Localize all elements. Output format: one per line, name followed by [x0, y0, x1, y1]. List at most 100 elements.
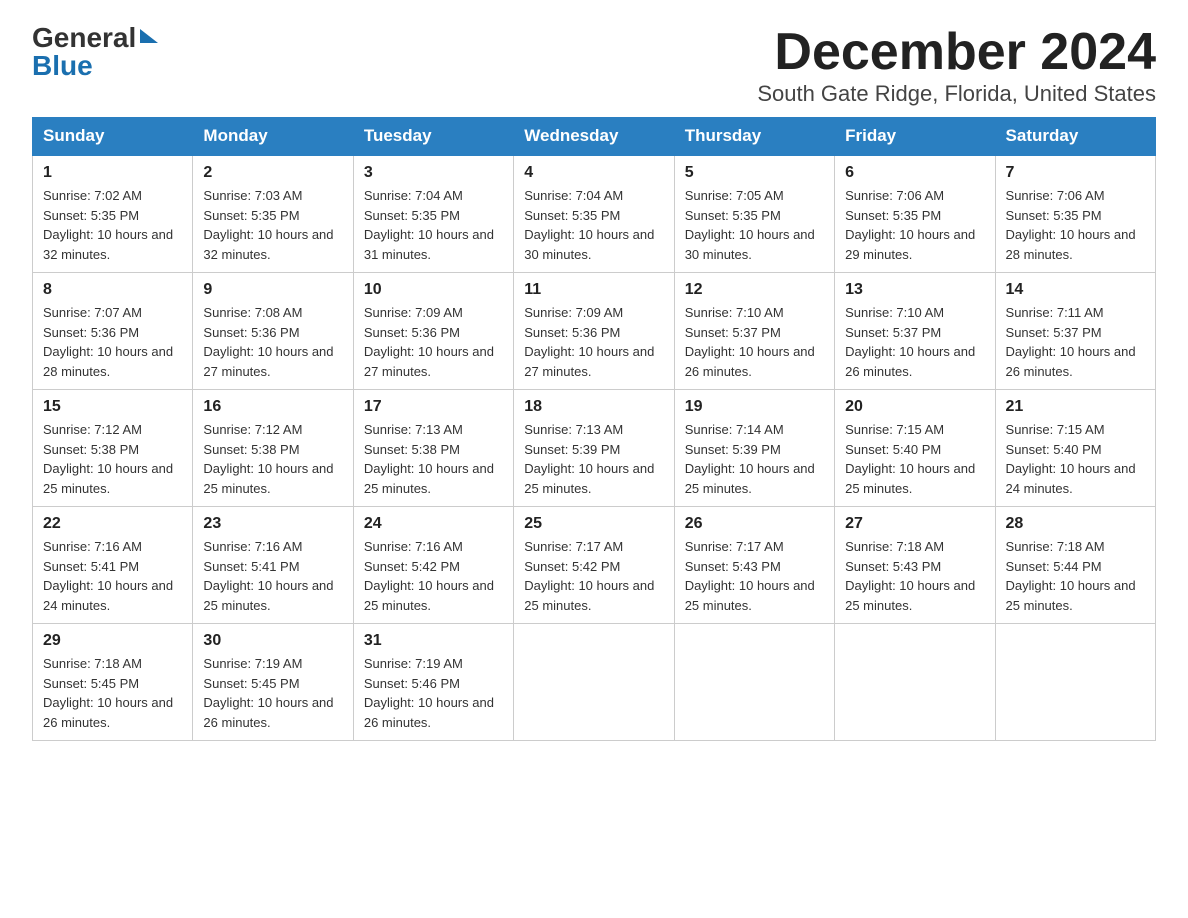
sunrise-text: Sunrise: 7:05 AM — [685, 188, 784, 203]
day-of-week-header: Monday — [193, 118, 353, 156]
daylight-text: Daylight: 10 hours and 31 minutes. — [364, 227, 494, 262]
daylight-text: Daylight: 10 hours and 24 minutes. — [43, 578, 173, 613]
day-info: Sunrise: 7:06 AM Sunset: 5:35 PM Dayligh… — [845, 186, 984, 264]
day-number: 4 — [524, 164, 663, 182]
day-info: Sunrise: 7:04 AM Sunset: 5:35 PM Dayligh… — [524, 186, 663, 264]
sunset-text: Sunset: 5:44 PM — [1006, 559, 1102, 574]
calendar-day-cell: 12 Sunrise: 7:10 AM Sunset: 5:37 PM Dayl… — [674, 273, 834, 390]
calendar-week-row: 8 Sunrise: 7:07 AM Sunset: 5:36 PM Dayli… — [33, 273, 1156, 390]
sunrise-text: Sunrise: 7:02 AM — [43, 188, 142, 203]
sunrise-text: Sunrise: 7:16 AM — [43, 539, 142, 554]
daylight-text: Daylight: 10 hours and 30 minutes. — [524, 227, 654, 262]
calendar-day-cell: 10 Sunrise: 7:09 AM Sunset: 5:36 PM Dayl… — [353, 273, 513, 390]
daylight-text: Daylight: 10 hours and 25 minutes. — [43, 461, 173, 496]
sunrise-text: Sunrise: 7:03 AM — [203, 188, 302, 203]
day-info: Sunrise: 7:16 AM Sunset: 5:42 PM Dayligh… — [364, 537, 503, 615]
daylight-text: Daylight: 10 hours and 25 minutes. — [845, 578, 975, 613]
page-title: December 2024 — [757, 24, 1156, 81]
sunrise-text: Sunrise: 7:18 AM — [845, 539, 944, 554]
calendar-day-cell: 31 Sunrise: 7:19 AM Sunset: 5:46 PM Dayl… — [353, 624, 513, 741]
sunset-text: Sunset: 5:35 PM — [1006, 208, 1102, 223]
sunrise-text: Sunrise: 7:19 AM — [364, 656, 463, 671]
daylight-text: Daylight: 10 hours and 25 minutes. — [364, 461, 494, 496]
sunrise-text: Sunrise: 7:17 AM — [685, 539, 784, 554]
calendar-day-cell: 28 Sunrise: 7:18 AM Sunset: 5:44 PM Dayl… — [995, 507, 1155, 624]
sunset-text: Sunset: 5:42 PM — [524, 559, 620, 574]
sunset-text: Sunset: 5:45 PM — [203, 676, 299, 691]
calendar-day-cell: 25 Sunrise: 7:17 AM Sunset: 5:42 PM Dayl… — [514, 507, 674, 624]
day-info: Sunrise: 7:04 AM Sunset: 5:35 PM Dayligh… — [364, 186, 503, 264]
sunset-text: Sunset: 5:36 PM — [524, 325, 620, 340]
sunrise-text: Sunrise: 7:15 AM — [845, 422, 944, 437]
sunset-text: Sunset: 5:36 PM — [43, 325, 139, 340]
sunrise-text: Sunrise: 7:06 AM — [1006, 188, 1105, 203]
sunrise-text: Sunrise: 7:09 AM — [524, 305, 623, 320]
sunrise-text: Sunrise: 7:16 AM — [364, 539, 463, 554]
sunset-text: Sunset: 5:36 PM — [203, 325, 299, 340]
sunset-text: Sunset: 5:45 PM — [43, 676, 139, 691]
daylight-text: Daylight: 10 hours and 27 minutes. — [524, 344, 654, 379]
daylight-text: Daylight: 10 hours and 26 minutes. — [1006, 344, 1136, 379]
daylight-text: Daylight: 10 hours and 26 minutes. — [364, 695, 494, 730]
sunset-text: Sunset: 5:35 PM — [524, 208, 620, 223]
sunset-text: Sunset: 5:42 PM — [364, 559, 460, 574]
daylight-text: Daylight: 10 hours and 32 minutes. — [43, 227, 173, 262]
calendar-day-cell: 17 Sunrise: 7:13 AM Sunset: 5:38 PM Dayl… — [353, 390, 513, 507]
sunrise-text: Sunrise: 7:09 AM — [364, 305, 463, 320]
calendar-day-cell: 5 Sunrise: 7:05 AM Sunset: 5:35 PM Dayli… — [674, 155, 834, 273]
sunrise-text: Sunrise: 7:13 AM — [364, 422, 463, 437]
sunset-text: Sunset: 5:41 PM — [43, 559, 139, 574]
daylight-text: Daylight: 10 hours and 26 minutes. — [845, 344, 975, 379]
day-number: 17 — [364, 398, 503, 416]
calendar-day-cell — [995, 624, 1155, 741]
day-info: Sunrise: 7:18 AM Sunset: 5:45 PM Dayligh… — [43, 654, 182, 732]
calendar-day-cell: 3 Sunrise: 7:04 AM Sunset: 5:35 PM Dayli… — [353, 155, 513, 273]
sunrise-text: Sunrise: 7:04 AM — [524, 188, 623, 203]
calendar-day-cell: 26 Sunrise: 7:17 AM Sunset: 5:43 PM Dayl… — [674, 507, 834, 624]
calendar-day-cell: 24 Sunrise: 7:16 AM Sunset: 5:42 PM Dayl… — [353, 507, 513, 624]
day-number: 5 — [685, 164, 824, 182]
day-number: 29 — [43, 632, 182, 650]
sunrise-text: Sunrise: 7:06 AM — [845, 188, 944, 203]
day-number: 13 — [845, 281, 984, 299]
sunrise-text: Sunrise: 7:12 AM — [43, 422, 142, 437]
day-of-week-header: Tuesday — [353, 118, 513, 156]
day-info: Sunrise: 7:19 AM Sunset: 5:45 PM Dayligh… — [203, 654, 342, 732]
day-number: 27 — [845, 515, 984, 533]
day-number: 9 — [203, 281, 342, 299]
day-info: Sunrise: 7:03 AM Sunset: 5:35 PM Dayligh… — [203, 186, 342, 264]
calendar-day-cell: 19 Sunrise: 7:14 AM Sunset: 5:39 PM Dayl… — [674, 390, 834, 507]
calendar-day-cell: 22 Sunrise: 7:16 AM Sunset: 5:41 PM Dayl… — [33, 507, 193, 624]
daylight-text: Daylight: 10 hours and 25 minutes. — [364, 578, 494, 613]
day-number: 3 — [364, 164, 503, 182]
calendar-week-row: 15 Sunrise: 7:12 AM Sunset: 5:38 PM Dayl… — [33, 390, 1156, 507]
calendar-day-cell: 16 Sunrise: 7:12 AM Sunset: 5:38 PM Dayl… — [193, 390, 353, 507]
daylight-text: Daylight: 10 hours and 27 minutes. — [203, 344, 333, 379]
day-info: Sunrise: 7:09 AM Sunset: 5:36 PM Dayligh… — [364, 303, 503, 381]
day-info: Sunrise: 7:07 AM Sunset: 5:36 PM Dayligh… — [43, 303, 182, 381]
day-number: 24 — [364, 515, 503, 533]
day-number: 1 — [43, 164, 182, 182]
daylight-text: Daylight: 10 hours and 32 minutes. — [203, 227, 333, 262]
day-number: 7 — [1006, 164, 1145, 182]
day-number: 30 — [203, 632, 342, 650]
calendar-day-cell: 9 Sunrise: 7:08 AM Sunset: 5:36 PM Dayli… — [193, 273, 353, 390]
calendar-day-cell: 29 Sunrise: 7:18 AM Sunset: 5:45 PM Dayl… — [33, 624, 193, 741]
daylight-text: Daylight: 10 hours and 25 minutes. — [1006, 578, 1136, 613]
sunset-text: Sunset: 5:35 PM — [43, 208, 139, 223]
sunset-text: Sunset: 5:38 PM — [43, 442, 139, 457]
sunset-text: Sunset: 5:38 PM — [364, 442, 460, 457]
sunset-text: Sunset: 5:46 PM — [364, 676, 460, 691]
daylight-text: Daylight: 10 hours and 26 minutes. — [685, 344, 815, 379]
sunrise-text: Sunrise: 7:11 AM — [1006, 305, 1104, 320]
calendar-day-cell: 6 Sunrise: 7:06 AM Sunset: 5:35 PM Dayli… — [835, 155, 995, 273]
day-info: Sunrise: 7:10 AM Sunset: 5:37 PM Dayligh… — [685, 303, 824, 381]
day-info: Sunrise: 7:13 AM Sunset: 5:39 PM Dayligh… — [524, 420, 663, 498]
page-header: General Blue December 2024 South Gate Ri… — [32, 24, 1156, 107]
day-info: Sunrise: 7:02 AM Sunset: 5:35 PM Dayligh… — [43, 186, 182, 264]
day-info: Sunrise: 7:14 AM Sunset: 5:39 PM Dayligh… — [685, 420, 824, 498]
title-block: December 2024 South Gate Ridge, Florida,… — [757, 24, 1156, 107]
sunrise-text: Sunrise: 7:14 AM — [685, 422, 784, 437]
calendar-day-cell: 23 Sunrise: 7:16 AM Sunset: 5:41 PM Dayl… — [193, 507, 353, 624]
logo-arrow-icon — [140, 29, 158, 43]
